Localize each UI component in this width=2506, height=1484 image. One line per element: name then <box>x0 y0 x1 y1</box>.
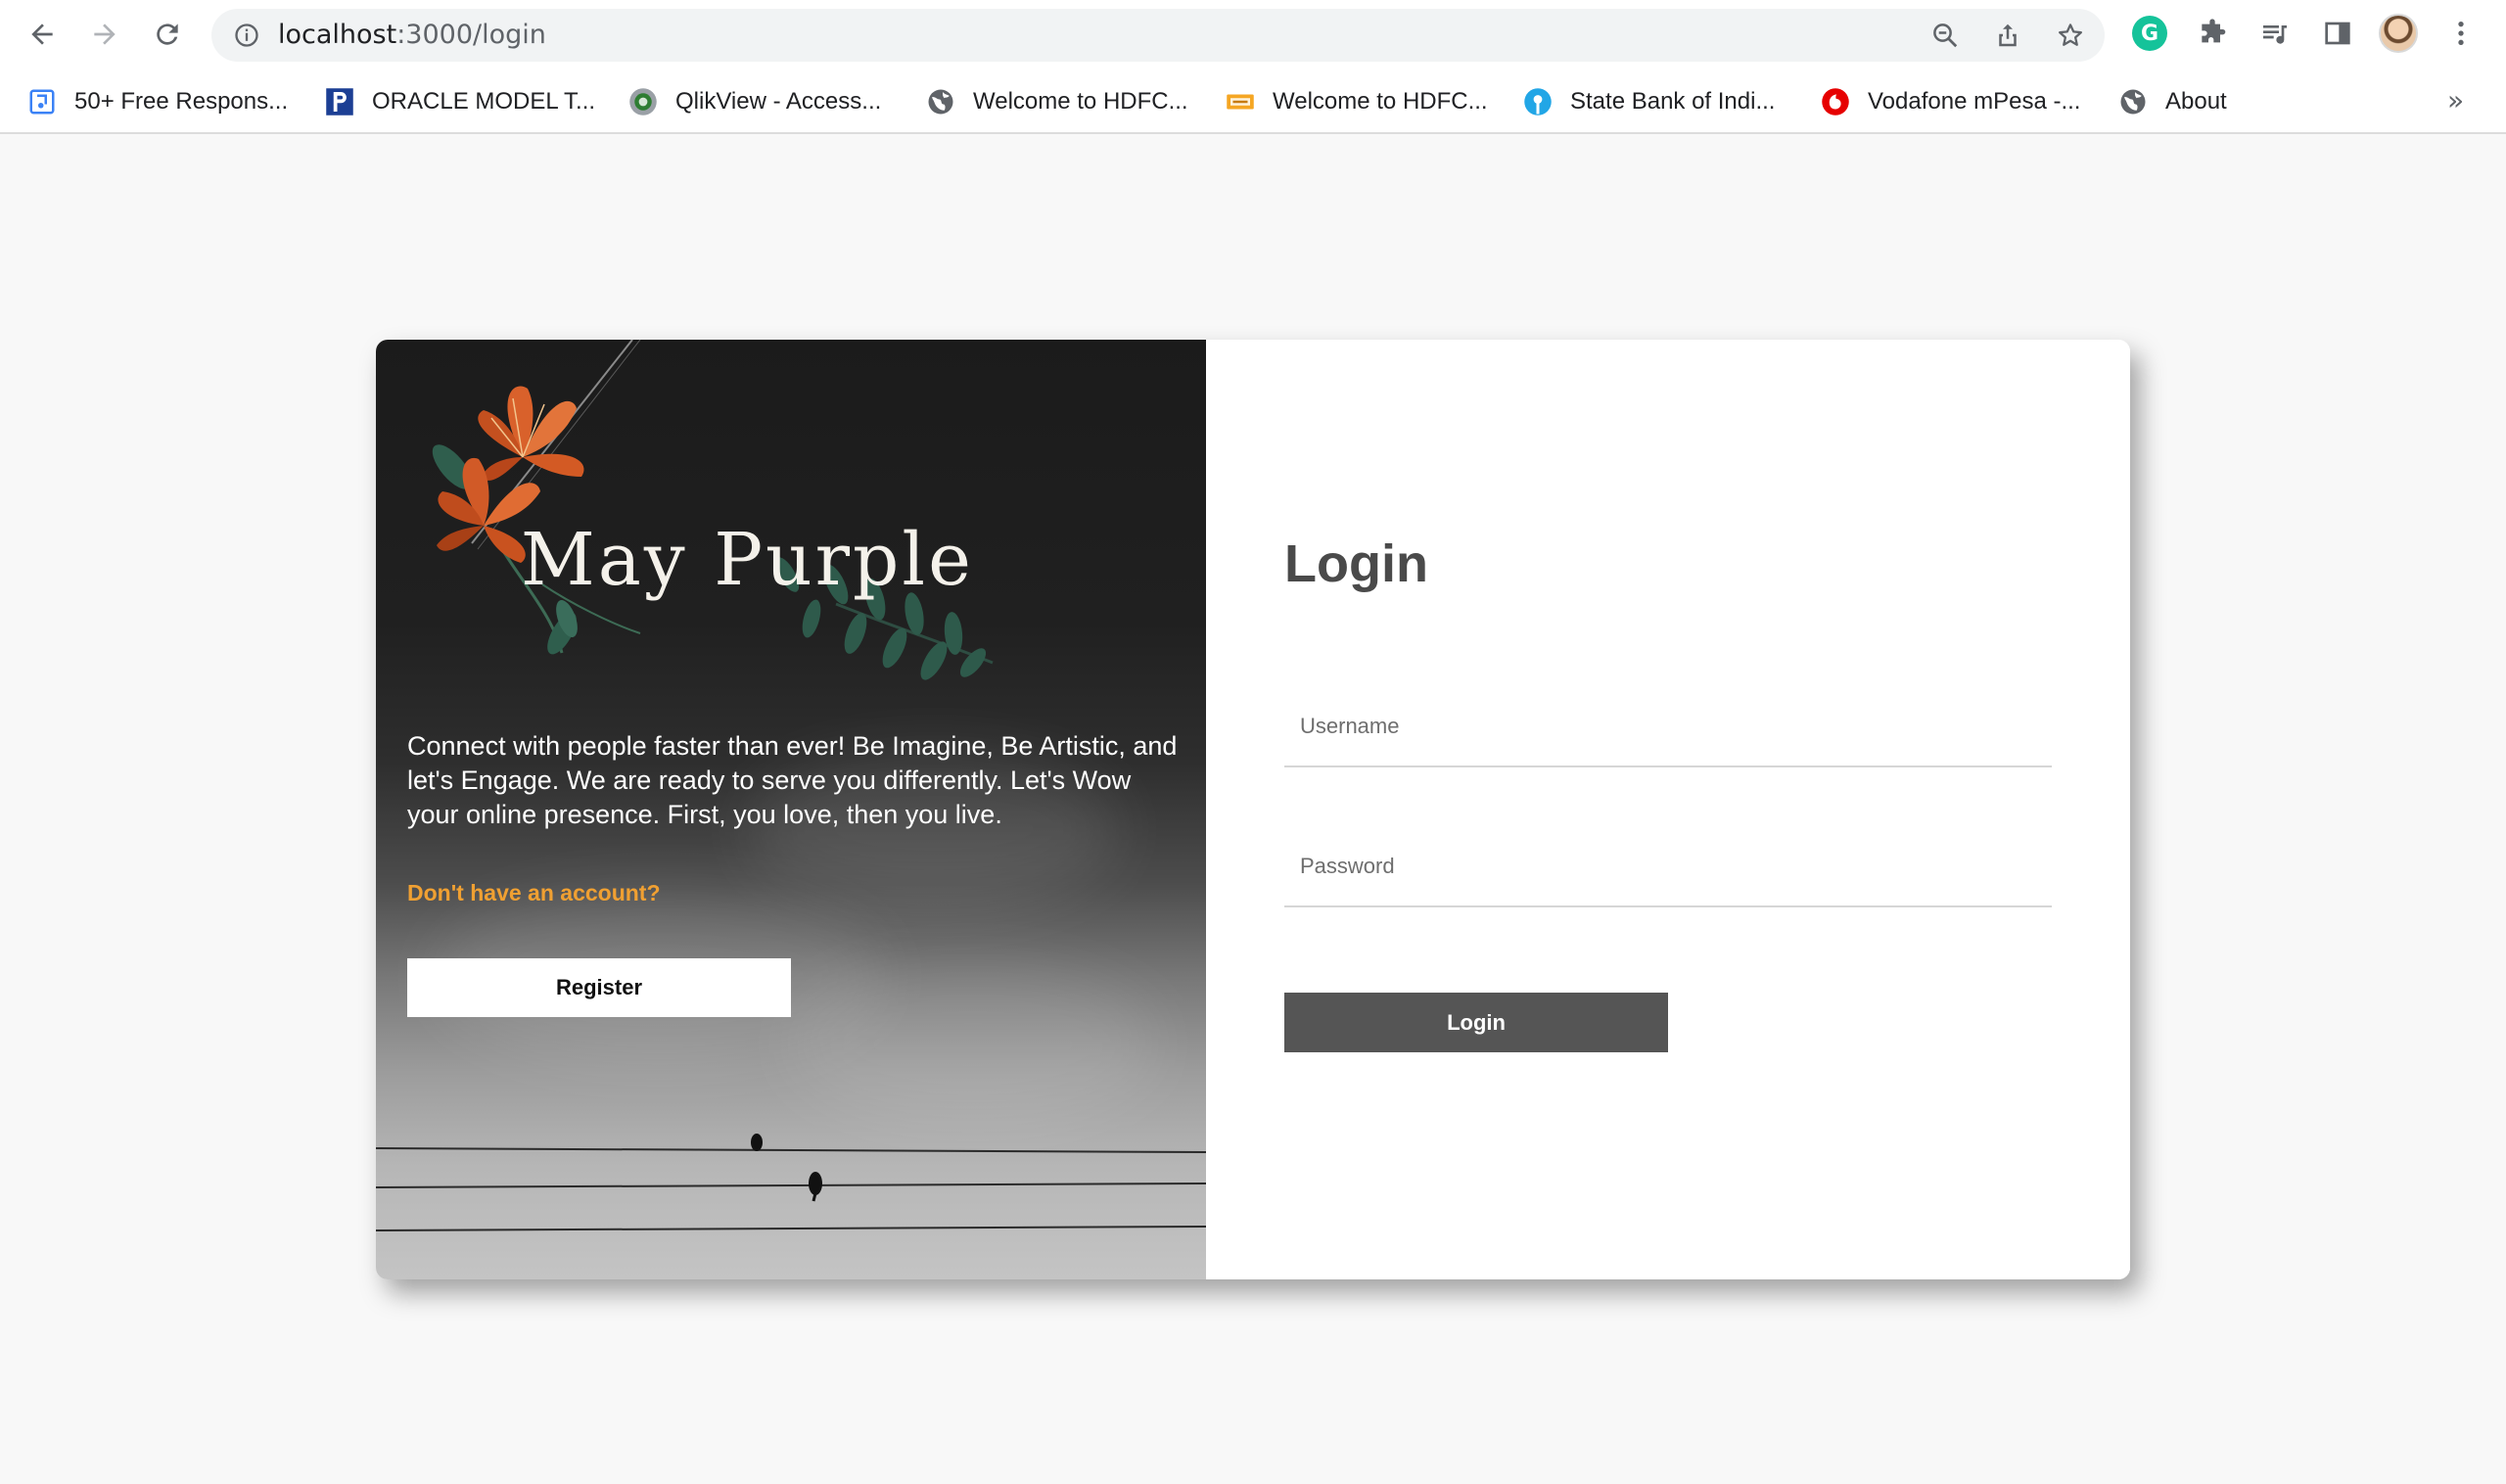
bookmark-label: QlikView - Access... <box>675 88 882 115</box>
page-title: Login <box>1284 534 1428 593</box>
bookmark-item[interactable]: Vodafone mPesa -... <box>1821 76 2080 127</box>
grammarly-icon: G <box>2132 16 2167 51</box>
grammarly-extension-button[interactable]: G <box>2130 14 2169 53</box>
qlikview-icon <box>628 87 658 116</box>
signup-prompt: Don't have an account? <box>407 880 661 905</box>
bookmark-label: State Bank of Indi... <box>1570 88 1776 115</box>
auth-card: May Purple Connect with people faster th… <box>376 340 2130 1279</box>
reload-icon <box>157 23 178 45</box>
arrow-right-icon <box>94 23 116 45</box>
zoom-button[interactable] <box>1930 21 1960 50</box>
power-line <box>376 1226 1206 1231</box>
login-panel: Login Login <box>1206 340 2130 1279</box>
avatar <box>2379 14 2418 53</box>
side-panel-button[interactable] <box>2318 14 2357 53</box>
more-vertical-icon <box>2458 22 2464 45</box>
globe-icon <box>2118 87 2148 116</box>
bank-card-icon <box>1226 87 1255 116</box>
password-field <box>1284 829 2052 907</box>
power-line <box>376 1147 1206 1153</box>
bookmark-label: ORACLE MODEL T... <box>372 88 596 115</box>
media-controls-button[interactable] <box>2255 14 2295 53</box>
browser-toolbar: localhost:3000/login G <box>0 0 2506 70</box>
bookmark-star-button[interactable] <box>2056 21 2085 50</box>
browser-chrome: localhost:3000/login G 50+ Free Respons.… <box>0 0 2506 134</box>
password-input[interactable] <box>1300 847 2044 886</box>
arrow-left-icon <box>31 23 53 45</box>
browser-menu-button[interactable] <box>2441 14 2481 53</box>
bird-tail <box>812 1192 817 1202</box>
queue-music-icon <box>2263 25 2287 44</box>
share-icon <box>1999 23 2017 47</box>
bookmark-label: Welcome to HDFC... <box>973 88 1188 115</box>
bookmark-item[interactable]: ORACLE MODEL T... <box>325 76 595 127</box>
bird <box>751 1134 763 1151</box>
username-input[interactable] <box>1300 707 2044 746</box>
bookmark-label: Welcome to HDFC... <box>1273 88 1488 115</box>
reload-button[interactable] <box>145 12 190 57</box>
bookmark-item[interactable]: Welcome to HDFC... <box>926 76 1188 127</box>
bookmark-label: 50+ Free Respons... <box>74 88 289 115</box>
bird <box>809 1172 822 1195</box>
promo-panel: May Purple Connect with people faster th… <box>376 340 1206 1279</box>
globe-icon <box>926 87 955 116</box>
bookmark-item[interactable]: About <box>2118 76 2227 127</box>
zoom-out-icon <box>1933 23 1958 48</box>
profile-button[interactable] <box>2379 14 2418 53</box>
forward-button[interactable] <box>82 12 127 57</box>
bookmark-item[interactable]: 50+ Free Respons... <box>27 76 288 127</box>
url-path: :3000/login <box>396 20 546 50</box>
register-button[interactable]: Register <box>407 958 791 1017</box>
bookmark-item[interactable]: Welcome to HDFC... <box>1226 76 1488 127</box>
bookmark-label: About <box>2165 88 2227 115</box>
extensions-button[interactable] <box>2193 14 2232 53</box>
url-text: localhost:3000/login <box>278 21 546 50</box>
p-logo-icon <box>325 87 354 116</box>
doc-bookmark-icon <box>27 87 57 116</box>
bookmarks-overflow-button[interactable]: » <box>2447 84 2464 116</box>
back-button[interactable] <box>20 12 65 57</box>
star-icon <box>2059 23 2082 46</box>
tagline: Connect with people faster than ever! Be… <box>407 731 1178 829</box>
bookmark-item[interactable]: State Bank of Indi... <box>1523 76 1775 127</box>
address-bar[interactable]: localhost:3000/login <box>211 9 2105 62</box>
vodafone-icon <box>1821 87 1850 116</box>
brand-logo-text: May Purple <box>521 518 974 602</box>
sbi-icon <box>1523 87 1553 116</box>
share-button[interactable] <box>1993 21 2022 50</box>
bookmark-item[interactable]: QlikView - Access... <box>628 76 881 127</box>
power-line <box>376 1183 1206 1188</box>
bookmarks-bar: 50+ Free Respons... ORACLE MODEL T... Ql… <box>0 76 2506 127</box>
username-field <box>1284 689 2052 767</box>
url-host: localhost <box>278 20 397 50</box>
side-panel-icon <box>2325 22 2350 45</box>
info-icon[interactable] <box>233 22 260 49</box>
login-button[interactable]: Login <box>1284 993 1668 1052</box>
bookmark-label: Vodafone mPesa -... <box>1868 88 2081 115</box>
puzzle-piece-icon <box>2202 19 2226 43</box>
